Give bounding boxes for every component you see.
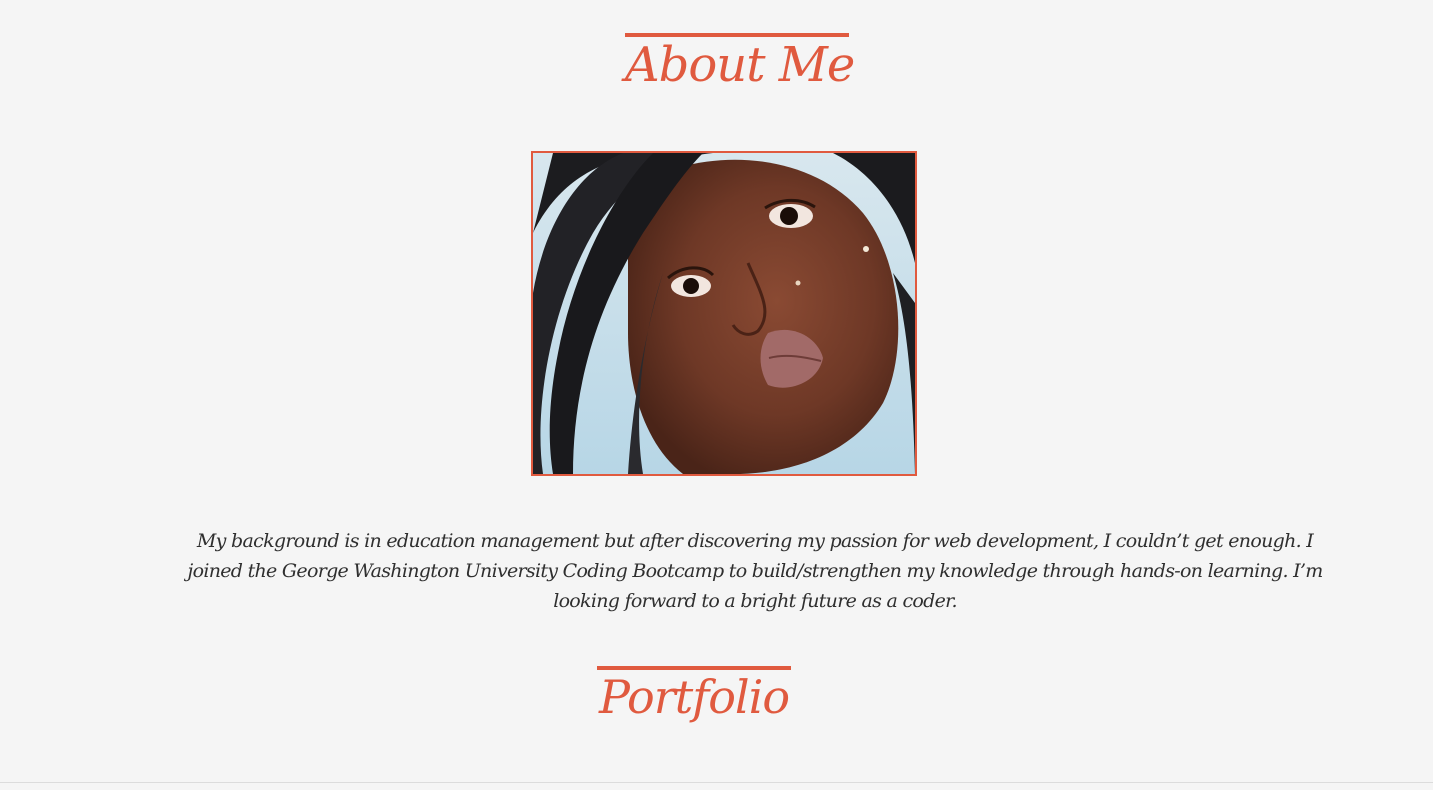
profile-photo xyxy=(531,151,917,476)
section-divider xyxy=(0,782,1433,783)
portfolio-heading: Portfolio xyxy=(597,666,791,728)
about-bio: My background is in education management… xyxy=(187,530,1323,612)
about-heading: About Me xyxy=(625,33,855,95)
